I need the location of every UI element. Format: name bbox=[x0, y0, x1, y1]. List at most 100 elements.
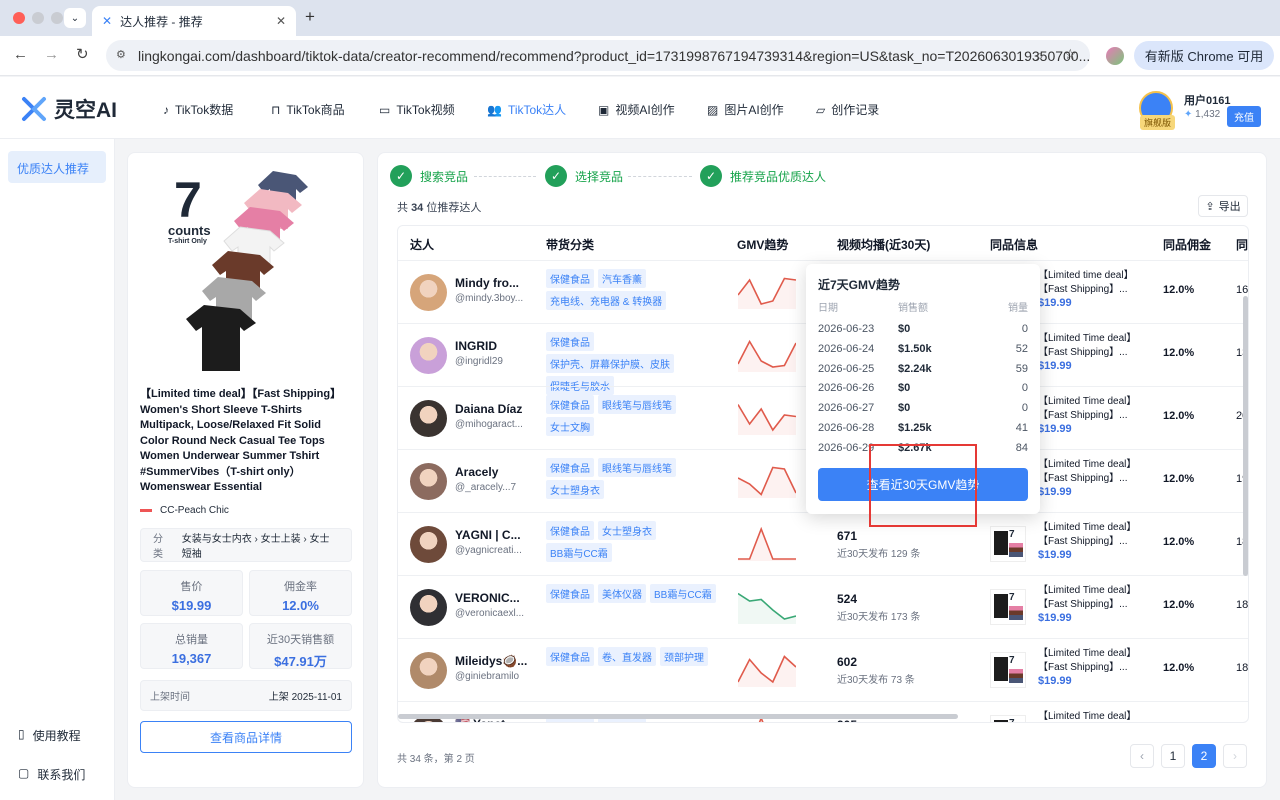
popover-date: 2026-06-27 bbox=[818, 402, 875, 415]
reload-icon[interactable]: ↻ bbox=[76, 45, 89, 63]
column-header-gmv-trend: GMV趋势 bbox=[737, 238, 789, 252]
gmv-sparkline[interactable] bbox=[738, 527, 796, 561]
shop-name[interactable]: CC-Peach Chic bbox=[140, 505, 229, 516]
update-chrome-button[interactable]: 有新版 Chrome 可用 bbox=[1134, 41, 1274, 70]
popover-sales: $0 bbox=[898, 382, 911, 395]
product-thumbnail[interactable]: 7 bbox=[990, 715, 1026, 722]
nav-tiktok-products[interactable]: ⊓ TikTok商品 bbox=[271, 101, 345, 118]
creator-name[interactable]: INGRID bbox=[455, 339, 497, 353]
zoom-window-icon[interactable] bbox=[51, 12, 63, 24]
category-box: 分类 女装与女士内衣 › 女士上装 › 女士短袖 bbox=[140, 528, 352, 562]
table-row[interactable]: Mileidys🥥... @giniebramilo 保健食品 卷、直发器 颈部护理… bbox=[398, 638, 1248, 701]
popover-units: 0 bbox=[1021, 402, 1028, 415]
creator-name[interactable]: Mindy fro... bbox=[455, 276, 519, 290]
product-title-line: 【Fast Shipping】... bbox=[1038, 473, 1128, 484]
nav-tiktok-data[interactable]: ♪ TikTok数据 bbox=[163, 101, 233, 118]
category-tag: 女士塑身衣 bbox=[598, 521, 656, 540]
product-thumbnail[interactable]: 7 bbox=[990, 526, 1026, 562]
tab-list-chevron-icon[interactable]: ⌄ bbox=[64, 8, 86, 28]
gmv-sparkline[interactable] bbox=[738, 590, 796, 624]
product-thumbnail[interactable]: 7 bbox=[990, 589, 1026, 625]
gmv-sparkline[interactable] bbox=[738, 275, 796, 309]
creator-name[interactable]: Aracely bbox=[455, 465, 498, 479]
page-button-2[interactable]: 2 bbox=[1192, 744, 1216, 768]
sidebar: 优质达人推荐 ▯ 使用教程 ▢ 联系我们 bbox=[0, 139, 115, 800]
step-recommend-creators[interactable]: ✓ 推荐竞品优质达人 bbox=[700, 165, 826, 187]
tshirt-stack-image bbox=[186, 171, 308, 371]
sidebar-item-quality-creators[interactable]: 优质达人推荐 bbox=[8, 151, 106, 183]
avg-views: 671 bbox=[837, 529, 858, 543]
gmv-sparkline[interactable] bbox=[738, 464, 796, 498]
popover-date: 2026-06-23 bbox=[818, 323, 875, 335]
creator-name[interactable]: YAGNI | C... bbox=[455, 528, 521, 542]
export-button[interactable]: ⇪ 导出 bbox=[1198, 195, 1248, 217]
step-select-competitor[interactable]: ✓ 选择竞品 bbox=[545, 165, 623, 187]
creator-avatar[interactable] bbox=[410, 589, 447, 626]
metric-value: 19,367 bbox=[171, 651, 212, 666]
popover-units: 0 bbox=[1021, 323, 1028, 335]
profile-avatar-icon[interactable] bbox=[1106, 47, 1124, 65]
step-divider bbox=[474, 176, 536, 177]
url-field[interactable]: ⚙ lingkongai.com/dashboard/tiktok-data/c… bbox=[106, 40, 1090, 71]
gmv-sparkline[interactable] bbox=[738, 401, 796, 435]
close-window-icon[interactable] bbox=[13, 12, 25, 24]
table-row[interactable]: VERONIC... @veronicaexl... 保健食品 美体仪器 BB霜与C… bbox=[398, 575, 1248, 638]
creator-name[interactable]: Daiana Díaz bbox=[455, 402, 522, 416]
listing-date-value: 上架 2025-11-01 bbox=[268, 692, 342, 703]
popover-row: 2026-06-27 $0 0 bbox=[818, 402, 1028, 418]
nav-video-ai[interactable]: ▣ 视频AI创作 bbox=[598, 101, 675, 118]
gmv-sparkline[interactable] bbox=[738, 338, 796, 372]
bookmark-star-icon[interactable]: ☆ bbox=[1064, 46, 1077, 63]
table-row[interactable]: YAGNI | C... @yagnicreati... 保健食品 女士塑身衣 BB… bbox=[398, 512, 1248, 575]
new-tab-icon[interactable]: + bbox=[305, 7, 315, 27]
gmv-sparkline[interactable] bbox=[738, 653, 796, 687]
product-title-snippet: 【Limited Time deal】【Fast Shipping】... bbox=[1038, 395, 1136, 423]
vertical-scrollbar[interactable] bbox=[1243, 296, 1248, 576]
creator-avatar[interactable] bbox=[410, 652, 447, 689]
step-search-competitor[interactable]: ✓ 搜索竞品 bbox=[390, 165, 468, 187]
product-title-line: 【Limited Time deal】 bbox=[1038, 459, 1137, 470]
creator-avatar[interactable] bbox=[410, 463, 447, 500]
tab-title: 达人推荐 - 推荐 bbox=[120, 14, 203, 29]
creator-name[interactable]: Mileidys🥥... bbox=[455, 654, 527, 668]
nav-label: 创作记录 bbox=[831, 103, 880, 117]
result-suffix: 位推荐达人 bbox=[426, 202, 482, 214]
product-image: 7 counts T-shirt Only bbox=[168, 167, 318, 377]
close-tab-icon[interactable]: ✕ bbox=[276, 14, 286, 28]
active-tab[interactable]: ✕ 达人推荐 - 推荐 ✕ bbox=[92, 6, 296, 36]
creator-avatar[interactable] bbox=[410, 274, 447, 311]
recharge-button[interactable]: 充值 bbox=[1227, 106, 1261, 127]
creator-handle: @yagnicreati... bbox=[455, 545, 522, 556]
nav-tiktok-creators[interactable]: 👥 TikTok达人 bbox=[487, 101, 566, 118]
creator-avatar[interactable] bbox=[410, 337, 447, 374]
popover-date: 2026-06-29 bbox=[818, 441, 875, 454]
view-product-details-button[interactable]: 查看商品详情 bbox=[140, 721, 352, 753]
table-row[interactable]: 🇺🇸 Yanet ... 保健食品洗发护发 905 7 【Limited Tim… bbox=[398, 701, 1248, 722]
category-tag: 美体仪器 bbox=[598, 584, 646, 603]
horizontal-scrollbar[interactable] bbox=[398, 714, 958, 719]
brand-logo[interactable]: 灵空AI bbox=[20, 94, 117, 124]
back-arrow-icon[interactable]: ← bbox=[13, 46, 28, 63]
sidebar-item-contact[interactable]: ▢ 联系我们 bbox=[18, 766, 85, 783]
sidebar-item-tutorial[interactable]: ▯ 使用教程 bbox=[18, 727, 81, 744]
nav-image-ai[interactable]: ▨ 图片AI创作 bbox=[707, 101, 784, 118]
creator-name[interactable]: VERONIC... bbox=[455, 591, 520, 605]
page-button-1[interactable]: 1 bbox=[1161, 744, 1185, 768]
plan-badge: 旗舰版 bbox=[1140, 115, 1176, 130]
app-header: 灵空AI ♪ TikTok数据 ⊓ TikTok商品 ▭ TikTok视频 👥 TikT… bbox=[0, 77, 1280, 139]
logo-text: 灵空AI bbox=[54, 99, 117, 122]
forward-arrow-icon[interactable]: → bbox=[44, 46, 59, 63]
nav-creation-history[interactable]: ▱ 创作记录 bbox=[816, 101, 879, 118]
next-page-button[interactable]: › bbox=[1223, 744, 1247, 768]
creator-avatar[interactable] bbox=[410, 526, 447, 563]
creator-avatar[interactable] bbox=[410, 400, 447, 437]
site-settings-icon[interactable]: ⚙ bbox=[116, 48, 126, 61]
previous-page-button[interactable]: ‹ bbox=[1130, 744, 1154, 768]
zoom-search-icon[interactable]: ⌕ bbox=[1036, 47, 1044, 64]
product-thumbnail[interactable]: 7 bbox=[990, 652, 1026, 688]
product-price: $19.99 bbox=[1038, 360, 1072, 372]
category-tags: 保健食品 女士塑身衣 BB霜与CC霜 bbox=[546, 521, 726, 565]
nav-tiktok-videos[interactable]: ▭ TikTok视频 bbox=[379, 101, 455, 118]
minimize-window-icon[interactable] bbox=[32, 12, 44, 24]
video-post-count: 近30天发布 173 条 bbox=[837, 612, 921, 623]
